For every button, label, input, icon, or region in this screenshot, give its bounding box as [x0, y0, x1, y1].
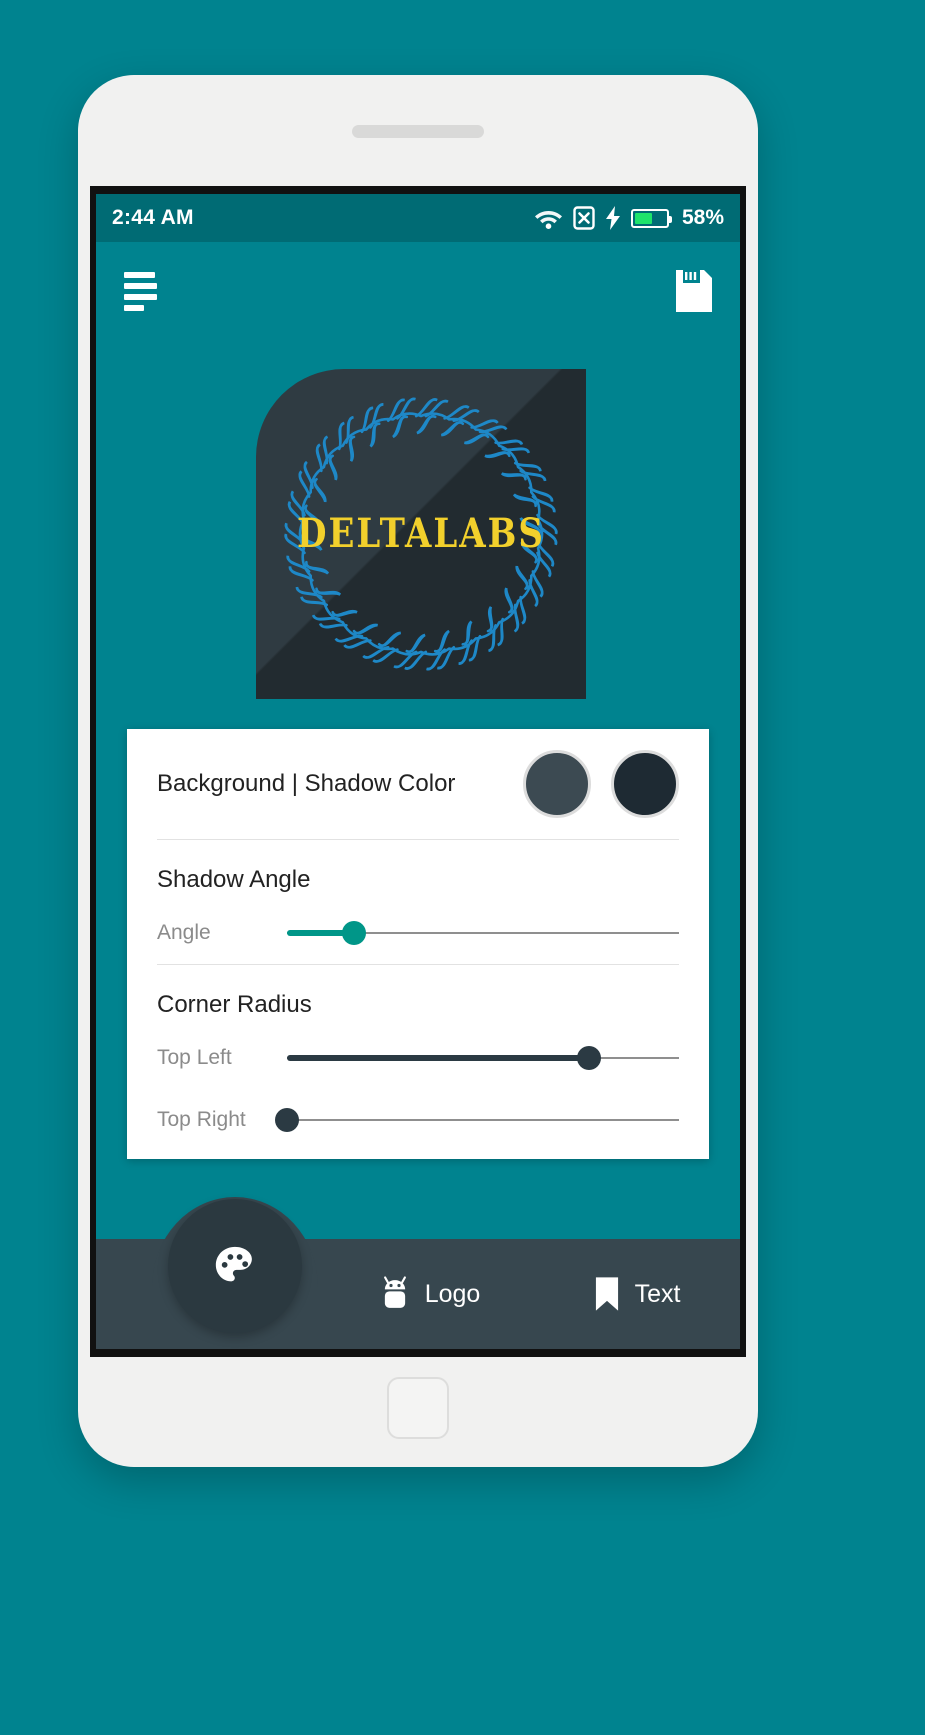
corner-radius-section: Corner Radius Top Left Top Right [127, 965, 709, 1151]
slider-fill [287, 1055, 589, 1061]
slider-thumb[interactable] [275, 1108, 299, 1132]
wifi-icon [534, 210, 562, 229]
shadow-color-swatch[interactable] [611, 750, 679, 818]
shadow-angle-section: Shadow Angle Angle [127, 840, 709, 964]
charging-bolt-icon [605, 206, 620, 230]
slider-row-angle: Angle [157, 902, 679, 964]
status-bar: 2:44 AM 58% [96, 194, 740, 242]
phone-speaker-grille [352, 125, 484, 138]
nav-items: Logo Text [326, 1239, 740, 1349]
slider-thumb[interactable] [576, 1046, 601, 1070]
battery-icon [630, 208, 672, 228]
slider-label-angle: Angle [157, 921, 211, 944]
palette-icon [215, 1246, 252, 1282]
battery-percent-label: 58% [681, 206, 724, 229]
hamburger-menu-icon[interactable] [124, 271, 160, 311]
phone-screen: 2:44 AM 58% DELTALABS Background | Shado… [90, 186, 746, 1357]
slider-row-top-left: Top Left [157, 1027, 679, 1089]
color-tab[interactable] [168, 1199, 302, 1333]
save-icon[interactable] [676, 270, 712, 312]
color-row: Background | Shadow Color [157, 729, 679, 839]
color-row-label: Background | Shadow Color [157, 770, 456, 797]
slider-top-right[interactable] [275, 1105, 679, 1135]
app-bar [96, 242, 740, 340]
slider-angle[interactable] [287, 918, 679, 948]
shadow-angle-title: Shadow Angle [157, 866, 311, 893]
bottom-navigation-bar: Logo Text [96, 1197, 740, 1349]
slider-top-left[interactable] [287, 1043, 679, 1073]
nav-item-text[interactable]: Text [533, 1276, 740, 1312]
android-robot-icon [383, 1276, 406, 1308]
slider-label-top-left: Top Left [157, 1046, 232, 1069]
slider-label-top-right: Top Right [157, 1108, 246, 1131]
phone-home-button[interactable] [387, 1377, 449, 1439]
bookmark-icon [595, 1277, 618, 1311]
background-color-swatch[interactable] [523, 750, 591, 818]
color-swatches [523, 750, 679, 818]
slider-row-top-right: Top Right [157, 1089, 679, 1151]
logo-wordmark: DELTALABS [297, 510, 545, 558]
nav-item-label-logo: Logo [424, 1279, 481, 1308]
nav-item-label-text: Text [634, 1279, 681, 1308]
slider-track [287, 1119, 679, 1121]
logo-preview[interactable]: DELTALABS [256, 369, 586, 699]
status-time: 2:44 AM [112, 206, 194, 229]
status-indicators: 58% [534, 206, 724, 230]
app-screen: 2:44 AM 58% DELTALABS Background | Shado… [96, 194, 740, 1349]
settings-card: Background | Shadow Color Shadow Angle A… [127, 729, 709, 1159]
background-shadow-color-section: Background | Shadow Color [127, 729, 709, 839]
corner-radius-title: Corner Radius [157, 991, 312, 1018]
phone-mockup: 2:44 AM 58% DELTALABS Background | Shado… [78, 75, 758, 1467]
slider-thumb[interactable] [341, 921, 366, 945]
no-sim-icon [573, 206, 595, 230]
nav-item-logo[interactable]: Logo [326, 1275, 533, 1313]
